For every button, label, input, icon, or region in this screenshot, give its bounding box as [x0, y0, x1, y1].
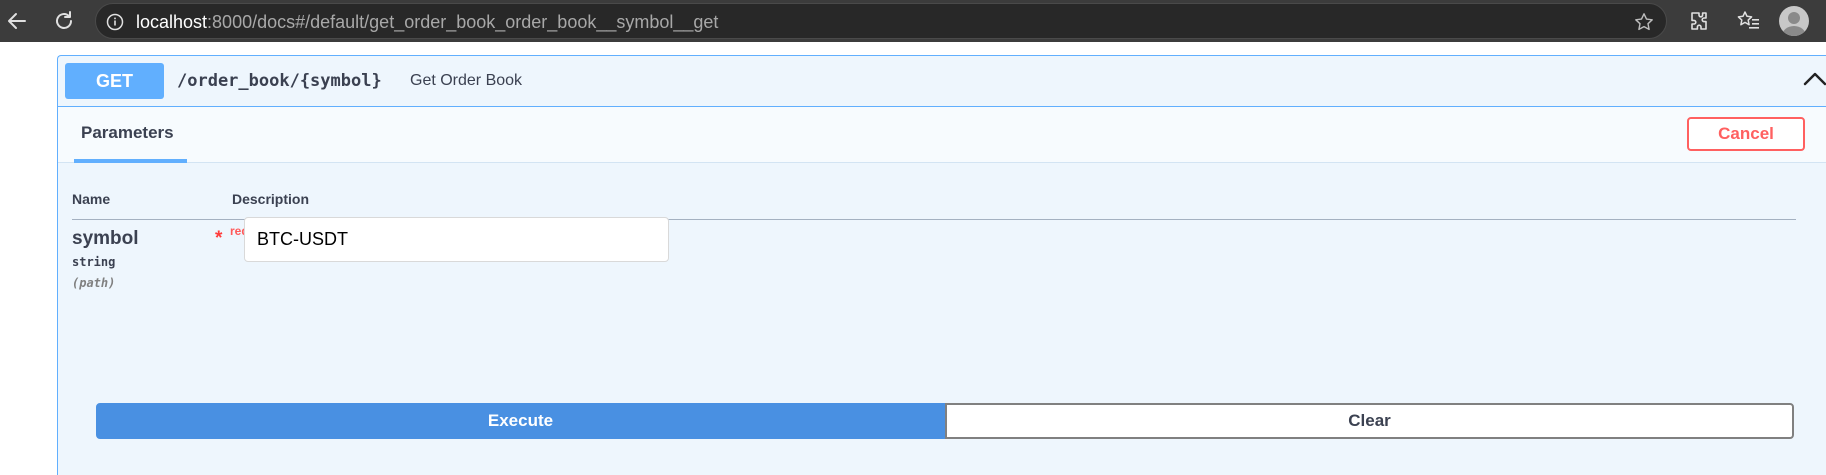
operation-summary[interactable]: GET /order_book/{symbol} Get Order Book — [58, 56, 1826, 107]
back-arrow-icon[interactable] — [2, 6, 32, 36]
url-text[interactable]: localhost:8000/docs#/default/get_order_b… — [136, 13, 718, 31]
parameters-tab-header: Parameters Cancel — [58, 107, 1826, 163]
required-asterisk: * — [215, 228, 223, 249]
swagger-page: GET /order_book/{symbol} Get Order Book … — [0, 42, 1826, 475]
parameter-location: (path) — [72, 276, 116, 290]
column-header-description: Description — [232, 191, 310, 207]
star-icon[interactable] — [1634, 12, 1654, 32]
url-host: localhost — [136, 12, 208, 32]
symbol-input[interactable] — [244, 217, 669, 262]
tab-parameters[interactable]: Parameters — [74, 107, 188, 163]
http-method-badge: GET — [65, 63, 164, 99]
parameters-table-header: Name Description — [72, 191, 1796, 220]
operation-block: GET /order_book/{symbol} Get Order Book … — [57, 55, 1826, 475]
chevron-up-icon[interactable] — [1801, 68, 1826, 92]
profile-icon[interactable] — [1779, 6, 1809, 36]
clear-button[interactable]: Clear — [945, 403, 1794, 439]
endpoint-path: /order_book/{symbol} — [177, 71, 382, 91]
parameter-name: symbol — [72, 228, 139, 249]
execute-button[interactable]: Execute — [96, 403, 945, 439]
tab-active-indicator — [74, 159, 187, 163]
url-path: :8000/docs#/default/get_order_book_order… — [207, 12, 719, 32]
cancel-button[interactable]: Cancel — [1687, 117, 1805, 151]
reload-icon[interactable] — [49, 6, 79, 36]
column-header-name: Name — [72, 191, 111, 207]
tab-parameters-label: Parameters — [81, 123, 174, 142]
puzzle-icon[interactable] — [1685, 7, 1713, 35]
endpoint-summary: Get Order Book — [410, 72, 523, 89]
info-icon[interactable] — [106, 13, 124, 31]
parameter-type: string — [72, 255, 116, 269]
favorites-icon[interactable] — [1735, 7, 1763, 35]
browser-toolbar: localhost:8000/docs#/default/get_order_b… — [0, 0, 1826, 42]
address-bar[interactable]: localhost:8000/docs#/default/get_order_b… — [95, 3, 1667, 39]
